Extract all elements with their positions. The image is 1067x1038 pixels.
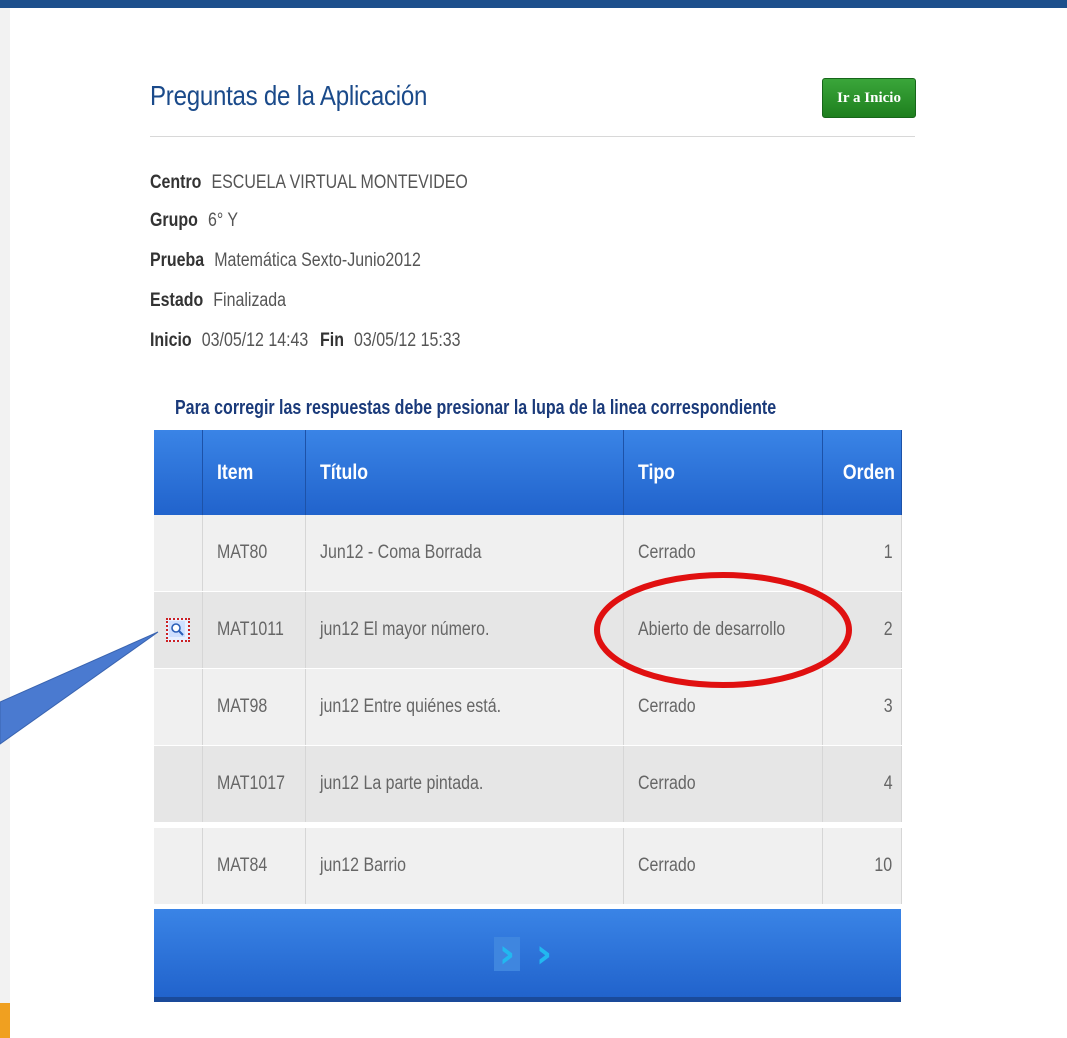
row-action-cell xyxy=(154,822,203,905)
grupo-value: 6° Y xyxy=(207,210,239,231)
fin-value: 03/05/12 15:33 xyxy=(354,330,461,351)
orden-value: 3 xyxy=(883,696,893,717)
info-centro: Centro ESCUELA VIRTUAL MONTEVIDEO xyxy=(150,172,468,194)
titulo-text: jun12 Entre quiénes está. xyxy=(319,696,501,717)
tipo-cell: Cerrado xyxy=(623,822,823,905)
highlight-ellipse xyxy=(594,572,852,688)
home-button[interactable]: Ir a Inicio xyxy=(822,78,916,118)
tipo-text: Cerrado xyxy=(637,855,696,876)
orden-cell: 4 xyxy=(822,745,902,826)
item-cell: MAT1017 xyxy=(202,745,306,826)
table-header-row: Item Título Tipo Orden xyxy=(154,430,902,515)
bottom-accent xyxy=(0,1003,10,1038)
titulo-cell: jun12 El mayor número. xyxy=(305,591,624,669)
item-cell: MAT1011 xyxy=(202,591,306,669)
last-page-chevron-icon[interactable]: › xyxy=(531,934,557,974)
item-code: MAT1011 xyxy=(216,619,284,640)
titulo-text: jun12 La parte pintada. xyxy=(319,773,483,794)
prueba-label: Prueba xyxy=(150,250,205,271)
orden-value: 10 xyxy=(874,855,893,876)
info-fechas: Inicio 03/05/12 14:43 Fin 03/05/12 15:33 xyxy=(150,330,461,352)
prueba-value: Matemática Sexto-Junio2012 xyxy=(214,250,421,271)
titulo-cell: jun12 Entre quiénes está. xyxy=(305,668,624,746)
orden-value: 2 xyxy=(883,619,893,640)
col-header-tipo[interactable]: Tipo xyxy=(623,430,823,515)
page-title: Preguntas de la Aplicación xyxy=(150,80,428,111)
col-header-orden-label: Orden xyxy=(842,460,895,484)
titulo-cell: Jun12 - Coma Borrada xyxy=(305,515,624,592)
info-prueba: Prueba Matemática Sexto-Junio2012 xyxy=(150,250,421,272)
table-row: MAT1017 jun12 La parte pintada. Cerrado … xyxy=(154,745,902,826)
titulo-cell: jun12 La parte pintada. xyxy=(305,745,624,826)
next-page-chevron-icon[interactable]: › xyxy=(494,934,520,974)
instruction-text: Para corregir las respuestas debe presio… xyxy=(175,397,777,419)
tipo-text: Cerrado xyxy=(637,542,696,563)
pager-bar: › › xyxy=(154,909,901,1002)
callout-arrow-icon xyxy=(0,631,159,745)
item-code: MAT80 xyxy=(216,542,267,563)
item-cell: MAT84 xyxy=(202,822,306,905)
col-header-titulo[interactable]: Título xyxy=(305,430,624,515)
tipo-cell: Cerrado xyxy=(623,745,823,826)
item-code: MAT1017 xyxy=(216,773,285,794)
col-header-tipo-label: Tipo xyxy=(637,460,675,484)
inicio-value: 03/05/12 14:43 xyxy=(201,330,309,351)
title-divider xyxy=(150,136,915,137)
titulo-text: jun12 El mayor número. xyxy=(319,619,489,640)
orden-value: 4 xyxy=(883,773,893,794)
left-strip xyxy=(0,8,10,1038)
item-code: MAT98 xyxy=(216,696,267,717)
col-header-item[interactable]: Item xyxy=(202,430,306,515)
fin-label: Fin xyxy=(320,330,344,351)
titulo-text: jun12 Barrio xyxy=(319,855,406,876)
orden-cell: 10 xyxy=(822,822,902,905)
titulo-cell: jun12 Barrio xyxy=(305,822,624,905)
item-cell: MAT98 xyxy=(202,668,306,746)
top-bar xyxy=(0,0,1067,8)
item-cell: MAT80 xyxy=(202,515,306,592)
estado-value: Finalizada xyxy=(213,290,287,311)
info-grupo: Grupo 6° Y xyxy=(150,210,238,232)
col-header-action xyxy=(154,430,203,515)
info-estado: Estado Finalizada xyxy=(150,290,286,312)
row-action-cell xyxy=(154,515,203,592)
table-row: MAT84 jun12 Barrio Cerrado 10 xyxy=(154,822,902,905)
item-code: MAT84 xyxy=(216,855,267,876)
col-header-titulo-label: Título xyxy=(319,460,368,484)
centro-value: ESCUELA VIRTUAL MONTEVIDEO xyxy=(211,172,468,193)
col-header-item-label: Item xyxy=(216,460,253,484)
col-header-orden[interactable]: Orden xyxy=(822,430,902,515)
orden-value: 1 xyxy=(883,542,893,563)
estado-label: Estado xyxy=(150,290,204,311)
grupo-label: Grupo xyxy=(150,210,198,231)
inicio-label: Inicio xyxy=(150,330,192,351)
tipo-text: Cerrado xyxy=(637,696,696,717)
titulo-text: Jun12 - Coma Borrada xyxy=(319,542,481,563)
centro-label: Centro xyxy=(150,172,202,193)
tipo-text: Cerrado xyxy=(637,773,696,794)
